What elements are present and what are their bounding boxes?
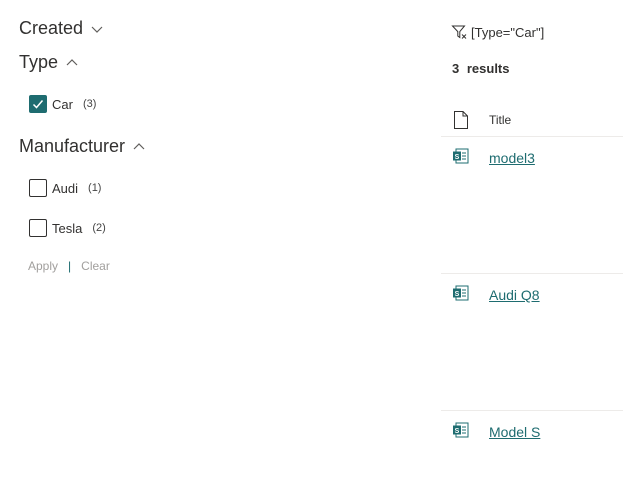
filter-icon <box>451 25 467 39</box>
column-title[interactable]: Title <box>489 113 511 127</box>
checkbox-car[interactable] <box>29 95 47 113</box>
svg-text:S: S <box>455 291 460 298</box>
results-count-label: results <box>466 61 510 76</box>
option-count: (1) <box>88 182 102 194</box>
refiner-created-label: Created <box>19 18 84 38</box>
chevron-up-icon <box>133 142 145 149</box>
option-label: Audi <box>52 180 79 196</box>
chevron-up-icon <box>66 58 78 65</box>
option-count: (3) <box>82 98 97 110</box>
checkbox-audi[interactable] <box>29 179 47 197</box>
result-title-link[interactable]: Audi Q8 <box>489 287 540 303</box>
refiner-actions: Apply | Clear <box>28 259 110 273</box>
filter-text: [Type="Car"] <box>471 24 545 40</box>
manufacturer-option-tesla[interactable]: Tesla (2) <box>29 219 106 237</box>
refiner-manufacturer-header[interactable]: Manufacturer <box>19 136 145 157</box>
option-label: Car <box>52 96 73 112</box>
type-option-car[interactable]: Car (3) <box>29 95 96 113</box>
results-count-number: 3 <box>452 61 460 76</box>
result-title-link[interactable]: Model S <box>489 424 540 440</box>
results-column-header: Title <box>441 105 623 137</box>
refiner-manufacturer-label: Manufacturer <box>19 136 126 156</box>
option-count: (2) <box>92 222 106 234</box>
result-row[interactable]: S model3 <box>441 137 623 274</box>
result-row[interactable]: S Model S <box>441 411 623 471</box>
apply-button[interactable]: Apply <box>28 259 58 273</box>
refiner-type-header[interactable]: Type <box>19 52 78 73</box>
file-icon[interactable] <box>453 110 469 130</box>
result-row[interactable]: S Audi Q8 <box>441 274 623 411</box>
refiner-created-header[interactable]: Created <box>19 18 103 39</box>
sharepoint-doc-icon: S <box>453 422 469 438</box>
checkmark-icon <box>32 100 44 109</box>
sharepoint-doc-icon: S <box>453 148 469 164</box>
svg-text:S: S <box>455 154 460 161</box>
active-filter[interactable]: [Type="Car"] <box>451 24 544 40</box>
result-title-link[interactable]: model3 <box>489 150 535 166</box>
svg-text:S: S <box>455 428 460 435</box>
results-count: 3 results <box>452 61 510 76</box>
sharepoint-doc-icon: S <box>453 285 469 301</box>
clear-button[interactable]: Clear <box>81 259 110 273</box>
refiner-type-label: Type <box>19 52 59 72</box>
chevron-down-icon <box>91 26 103 33</box>
actions-separator: | <box>68 259 72 273</box>
option-label: Tesla <box>52 220 83 236</box>
manufacturer-option-audi[interactable]: Audi (1) <box>29 179 101 197</box>
checkbox-tesla[interactable] <box>29 219 47 237</box>
